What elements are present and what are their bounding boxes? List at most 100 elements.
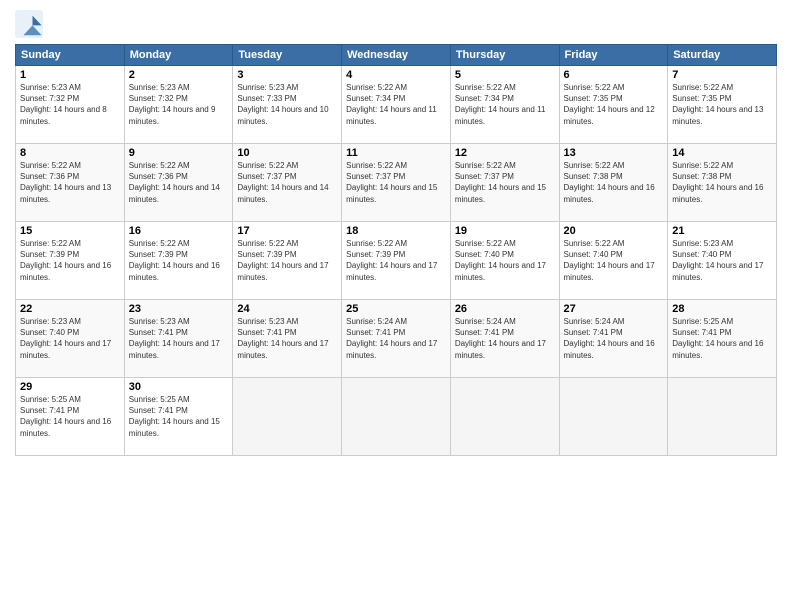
day-number: 14 xyxy=(672,147,772,159)
calendar-cell: 17 Sunrise: 5:22 AMSunset: 7:39 PMDaylig… xyxy=(233,222,342,300)
calendar-cell: 15 Sunrise: 5:22 AMSunset: 7:39 PMDaylig… xyxy=(16,222,125,300)
calendar-cell: 12 Sunrise: 5:22 AMSunset: 7:37 PMDaylig… xyxy=(450,144,559,222)
day-number: 13 xyxy=(564,147,664,159)
calendar-cell: 20 Sunrise: 5:22 AMSunset: 7:40 PMDaylig… xyxy=(559,222,668,300)
day-number: 7 xyxy=(672,69,772,81)
day-number: 30 xyxy=(129,381,229,393)
day-number: 12 xyxy=(455,147,555,159)
day-info: Sunrise: 5:22 AMSunset: 7:39 PMDaylight:… xyxy=(20,239,111,282)
calendar-cell: 1 Sunrise: 5:23 AMSunset: 7:32 PMDayligh… xyxy=(16,66,125,144)
calendar-cell: 16 Sunrise: 5:22 AMSunset: 7:39 PMDaylig… xyxy=(124,222,233,300)
day-number: 5 xyxy=(455,69,555,81)
calendar-cell: 14 Sunrise: 5:22 AMSunset: 7:38 PMDaylig… xyxy=(668,144,777,222)
calendar-cell: 3 Sunrise: 5:23 AMSunset: 7:33 PMDayligh… xyxy=(233,66,342,144)
calendar-cell: 27 Sunrise: 5:24 AMSunset: 7:41 PMDaylig… xyxy=(559,300,668,378)
day-number: 2 xyxy=(129,69,229,81)
day-header-tuesday: Tuesday xyxy=(233,45,342,66)
calendar-cell: 10 Sunrise: 5:22 AMSunset: 7:37 PMDaylig… xyxy=(233,144,342,222)
calendar-cell xyxy=(559,378,668,456)
header-row-days: SundayMondayTuesdayWednesdayThursdayFrid… xyxy=(16,45,777,66)
calendar-cell: 29 Sunrise: 5:25 AMSunset: 7:41 PMDaylig… xyxy=(16,378,125,456)
day-info: Sunrise: 5:22 AMSunset: 7:37 PMDaylight:… xyxy=(237,161,328,204)
day-number: 29 xyxy=(20,381,120,393)
day-info: Sunrise: 5:23 AMSunset: 7:33 PMDaylight:… xyxy=(237,83,328,126)
day-number: 6 xyxy=(564,69,664,81)
day-info: Sunrise: 5:22 AMSunset: 7:37 PMDaylight:… xyxy=(346,161,437,204)
day-info: Sunrise: 5:22 AMSunset: 7:36 PMDaylight:… xyxy=(129,161,220,204)
calendar-table: SundayMondayTuesdayWednesdayThursdayFrid… xyxy=(15,44,777,456)
calendar-cell: 25 Sunrise: 5:24 AMSunset: 7:41 PMDaylig… xyxy=(342,300,451,378)
day-info: Sunrise: 5:23 AMSunset: 7:41 PMDaylight:… xyxy=(237,317,328,360)
day-number: 26 xyxy=(455,303,555,315)
day-info: Sunrise: 5:22 AMSunset: 7:39 PMDaylight:… xyxy=(346,239,437,282)
day-number: 8 xyxy=(20,147,120,159)
day-info: Sunrise: 5:22 AMSunset: 7:34 PMDaylight:… xyxy=(455,83,546,126)
day-number: 16 xyxy=(129,225,229,237)
day-info: Sunrise: 5:23 AMSunset: 7:40 PMDaylight:… xyxy=(20,317,111,360)
day-header-friday: Friday xyxy=(559,45,668,66)
day-info: Sunrise: 5:22 AMSunset: 7:39 PMDaylight:… xyxy=(129,239,220,282)
calendar-cell: 26 Sunrise: 5:24 AMSunset: 7:41 PMDaylig… xyxy=(450,300,559,378)
day-number: 9 xyxy=(129,147,229,159)
day-number: 22 xyxy=(20,303,120,315)
calendar-cell: 28 Sunrise: 5:25 AMSunset: 7:41 PMDaylig… xyxy=(668,300,777,378)
day-number: 24 xyxy=(237,303,337,315)
day-info: Sunrise: 5:24 AMSunset: 7:41 PMDaylight:… xyxy=(455,317,546,360)
day-info: Sunrise: 5:22 AMSunset: 7:35 PMDaylight:… xyxy=(672,83,763,126)
day-info: Sunrise: 5:23 AMSunset: 7:41 PMDaylight:… xyxy=(129,317,220,360)
calendar-cell: 24 Sunrise: 5:23 AMSunset: 7:41 PMDaylig… xyxy=(233,300,342,378)
day-number: 23 xyxy=(129,303,229,315)
day-info: Sunrise: 5:23 AMSunset: 7:40 PMDaylight:… xyxy=(672,239,763,282)
calendar-cell: 9 Sunrise: 5:22 AMSunset: 7:36 PMDayligh… xyxy=(124,144,233,222)
calendar-cell: 6 Sunrise: 5:22 AMSunset: 7:35 PMDayligh… xyxy=(559,66,668,144)
day-info: Sunrise: 5:22 AMSunset: 7:35 PMDaylight:… xyxy=(564,83,655,126)
calendar-cell xyxy=(342,378,451,456)
calendar-cell xyxy=(668,378,777,456)
week-row-3: 15 Sunrise: 5:22 AMSunset: 7:39 PMDaylig… xyxy=(16,222,777,300)
calendar-cell: 5 Sunrise: 5:22 AMSunset: 7:34 PMDayligh… xyxy=(450,66,559,144)
day-number: 18 xyxy=(346,225,446,237)
day-info: Sunrise: 5:22 AMSunset: 7:38 PMDaylight:… xyxy=(564,161,655,204)
page: SundayMondayTuesdayWednesdayThursdayFrid… xyxy=(0,0,792,612)
day-info: Sunrise: 5:23 AMSunset: 7:32 PMDaylight:… xyxy=(20,83,107,126)
day-header-wednesday: Wednesday xyxy=(342,45,451,66)
week-row-4: 22 Sunrise: 5:23 AMSunset: 7:40 PMDaylig… xyxy=(16,300,777,378)
day-number: 20 xyxy=(564,225,664,237)
day-info: Sunrise: 5:25 AMSunset: 7:41 PMDaylight:… xyxy=(20,395,111,438)
day-number: 27 xyxy=(564,303,664,315)
calendar-cell: 7 Sunrise: 5:22 AMSunset: 7:35 PMDayligh… xyxy=(668,66,777,144)
day-header-saturday: Saturday xyxy=(668,45,777,66)
header-row xyxy=(15,10,777,38)
day-header-sunday: Sunday xyxy=(16,45,125,66)
calendar-cell: 21 Sunrise: 5:23 AMSunset: 7:40 PMDaylig… xyxy=(668,222,777,300)
day-info: Sunrise: 5:23 AMSunset: 7:32 PMDaylight:… xyxy=(129,83,216,126)
day-info: Sunrise: 5:22 AMSunset: 7:37 PMDaylight:… xyxy=(455,161,546,204)
calendar-cell: 11 Sunrise: 5:22 AMSunset: 7:37 PMDaylig… xyxy=(342,144,451,222)
day-info: Sunrise: 5:22 AMSunset: 7:34 PMDaylight:… xyxy=(346,83,437,126)
day-info: Sunrise: 5:25 AMSunset: 7:41 PMDaylight:… xyxy=(672,317,763,360)
day-number: 15 xyxy=(20,225,120,237)
calendar-cell: 18 Sunrise: 5:22 AMSunset: 7:39 PMDaylig… xyxy=(342,222,451,300)
calendar-cell: 8 Sunrise: 5:22 AMSunset: 7:36 PMDayligh… xyxy=(16,144,125,222)
day-number: 28 xyxy=(672,303,772,315)
day-number: 1 xyxy=(20,69,120,81)
day-number: 4 xyxy=(346,69,446,81)
day-info: Sunrise: 5:24 AMSunset: 7:41 PMDaylight:… xyxy=(346,317,437,360)
week-row-1: 1 Sunrise: 5:23 AMSunset: 7:32 PMDayligh… xyxy=(16,66,777,144)
day-number: 25 xyxy=(346,303,446,315)
calendar-cell: 2 Sunrise: 5:23 AMSunset: 7:32 PMDayligh… xyxy=(124,66,233,144)
day-header-thursday: Thursday xyxy=(450,45,559,66)
day-info: Sunrise: 5:24 AMSunset: 7:41 PMDaylight:… xyxy=(564,317,655,360)
day-info: Sunrise: 5:22 AMSunset: 7:39 PMDaylight:… xyxy=(237,239,328,282)
calendar-cell: 23 Sunrise: 5:23 AMSunset: 7:41 PMDaylig… xyxy=(124,300,233,378)
day-info: Sunrise: 5:22 AMSunset: 7:38 PMDaylight:… xyxy=(672,161,763,204)
calendar-cell: 30 Sunrise: 5:25 AMSunset: 7:41 PMDaylig… xyxy=(124,378,233,456)
calendar-cell: 13 Sunrise: 5:22 AMSunset: 7:38 PMDaylig… xyxy=(559,144,668,222)
calendar-cell: 19 Sunrise: 5:22 AMSunset: 7:40 PMDaylig… xyxy=(450,222,559,300)
logo xyxy=(15,10,47,38)
day-info: Sunrise: 5:22 AMSunset: 7:40 PMDaylight:… xyxy=(455,239,546,282)
calendar-cell: 22 Sunrise: 5:23 AMSunset: 7:40 PMDaylig… xyxy=(16,300,125,378)
day-number: 21 xyxy=(672,225,772,237)
day-info: Sunrise: 5:22 AMSunset: 7:40 PMDaylight:… xyxy=(564,239,655,282)
week-row-2: 8 Sunrise: 5:22 AMSunset: 7:36 PMDayligh… xyxy=(16,144,777,222)
